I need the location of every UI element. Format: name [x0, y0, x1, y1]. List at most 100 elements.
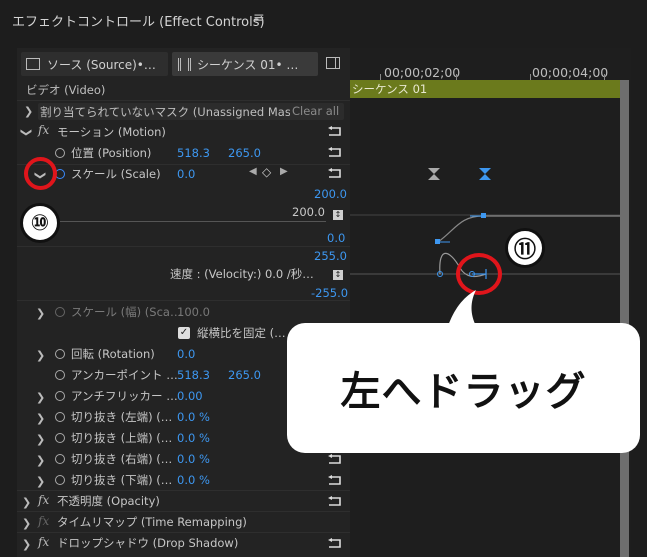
rotation-value[interactable]: 0.0 [177, 347, 195, 361]
divider [17, 164, 350, 165]
highlight-ring-handle [456, 253, 502, 295]
timecode-2s: 00;00;02;00 [384, 65, 461, 80]
divider [17, 246, 350, 247]
toggle-timeline-icon[interactable] [326, 57, 340, 69]
graph-max: 200.0 [314, 187, 347, 201]
scale-label: スケール (Scale) [71, 167, 161, 181]
velocity-min: -255.0 [311, 286, 349, 300]
anchor-x-value[interactable]: 518.3 [177, 368, 210, 382]
graph-line [60, 221, 326, 222]
drop-shadow-label: ドロップシャドウ (Drop Shadow) [57, 536, 239, 550]
scale-value[interactable]: 0.0 [177, 167, 195, 181]
stopwatch-icon[interactable] [55, 391, 65, 401]
keyframe-icon[interactable] [428, 168, 440, 180]
chevron-right-icon[interactable]: ❯ [36, 433, 45, 446]
motion-label: モーション (Motion) [57, 125, 166, 139]
stopwatch-icon[interactable] [55, 475, 65, 485]
velocity-max: 255.0 [314, 249, 347, 263]
chevron-right-icon[interactable]: ❯ [22, 538, 31, 551]
anchor-label: アンカーポイント … [71, 368, 178, 382]
time-remapping-label: タイムリマップ (Time Remapping) [57, 515, 247, 529]
fx-icon: fx [38, 514, 50, 528]
add-keyframe-icon[interactable]: ◇ [262, 165, 271, 179]
stopwatch-icon[interactable] [55, 148, 65, 158]
antiflicker-value[interactable]: 0.00 [177, 389, 203, 403]
chevron-right-icon[interactable]: ❯ [36, 412, 45, 425]
panel-title: エフェクトコントロール (Effect Controls) [12, 15, 265, 30]
fx-icon[interactable]: fx [38, 535, 49, 549]
reset-icon[interactable] [327, 147, 343, 158]
chevron-right-icon[interactable]: ❯ [22, 517, 31, 530]
crop-left-value[interactable]: 0.0 % [177, 410, 210, 424]
reset-icon[interactable] [327, 168, 343, 179]
opacity-label: 不透明度 (Opacity) [57, 494, 160, 508]
graph-min: 0.0 [327, 231, 346, 245]
chevron-right-icon[interactable]: ❯ [36, 349, 45, 362]
divider [17, 532, 350, 533]
velocity-readout: 速度 : (Velocity:) 0.0 /秒… [170, 267, 314, 281]
graph-mid: 200.0 [292, 205, 325, 219]
reset-icon[interactable] [327, 126, 343, 137]
tab-sequence-label: シーケンス 01• … [197, 57, 299, 72]
step-badge-10: ⑩ [20, 203, 60, 243]
timeline-pane [350, 48, 631, 557]
fx-icon[interactable]: fx [38, 493, 49, 507]
tab-source[interactable]: ソース (Source)•… [21, 52, 168, 76]
rotation-label: 回転 (Rotation) [71, 347, 155, 361]
crop-right-value[interactable]: 0.0 % [177, 452, 210, 466]
fx-icon[interactable]: fx [38, 123, 49, 137]
divider [17, 490, 350, 491]
next-keyframe-icon[interactable]: ▶ [280, 166, 288, 177]
reset-icon[interactable] [327, 496, 343, 507]
scale-width-label: スケール (幅) (Sca… [71, 305, 182, 319]
crop-top-label: 切り抜き (上端) (… [71, 431, 173, 445]
chevron-right-icon[interactable]: ❯ [36, 307, 45, 320]
position-label: 位置 (Position) [71, 146, 152, 160]
chevron-right-icon[interactable]: ❯ [22, 496, 31, 509]
anchor-y-value[interactable]: 265.0 [228, 368, 261, 382]
crop-bottom-value[interactable]: 0.0 % [177, 473, 210, 487]
uniform-scale-checkbox[interactable]: ✓ [178, 327, 190, 339]
stopwatch-icon[interactable] [55, 370, 65, 380]
crop-top-value[interactable]: 0.0 % [177, 431, 210, 445]
tab-sequence[interactable]: シーケンス 01• … [172, 52, 318, 76]
timecode-4s: 00;00;04;00 [532, 65, 609, 80]
sequence-clip-bar[interactable]: シーケンス 01 [350, 80, 620, 98]
drag-left-callout: 左へドラッグ [287, 323, 640, 453]
tab-source-label: ソース (Source)•… [47, 57, 156, 72]
crop-right-label: 切り抜き (右端) (… [71, 452, 173, 466]
stopwatch-icon[interactable] [55, 433, 65, 443]
chevron-right-icon[interactable]: ❯ [24, 105, 33, 118]
graph-scale-icon[interactable]: ↕ [333, 210, 343, 220]
chevron-right-icon[interactable]: ❯ [36, 475, 45, 488]
divider [17, 300, 350, 301]
vertical-scrollbar[interactable] [620, 80, 629, 557]
chevron-right-icon[interactable]: ❯ [36, 391, 45, 404]
highlight-ring-scale-chevron [24, 157, 57, 190]
stopwatch-icon [55, 307, 65, 317]
position-x-value[interactable]: 518.3 [177, 146, 210, 160]
stopwatch-icon[interactable] [55, 454, 65, 464]
uniform-scale-label: 縦横比を固定 (… [197, 326, 286, 340]
video-section-header: ビデオ (Video) [26, 83, 106, 97]
chevron-down-icon[interactable]: ❯ [20, 128, 33, 137]
stopwatch-icon[interactable] [55, 412, 65, 422]
scale-width-value: 100.0 [177, 305, 210, 319]
step-badge-11: ⑪ [505, 228, 545, 268]
crop-bottom-label: 切り抜き (下端) (… [71, 473, 173, 487]
chevron-right-icon[interactable]: ❯ [36, 454, 45, 467]
clear-all-button[interactable]: Clear all [290, 104, 340, 118]
source-monitor-icon [26, 58, 40, 70]
reset-icon[interactable] [327, 454, 343, 465]
antiflicker-label: アンチフリッカー … [71, 389, 178, 403]
reset-icon[interactable] [327, 538, 343, 549]
position-y-value[interactable]: 265.0 [228, 146, 261, 160]
divider [17, 100, 350, 101]
velocity-scale-icon[interactable]: ↕ [333, 270, 343, 280]
prev-keyframe-icon[interactable]: ◀ [249, 166, 257, 177]
stopwatch-icon[interactable] [55, 349, 65, 359]
reset-icon[interactable] [327, 475, 343, 486]
panel-menu-icon[interactable]: ≡ [253, 10, 265, 26]
keyframe-icon[interactable] [479, 168, 491, 180]
sequence-icon [178, 57, 191, 71]
